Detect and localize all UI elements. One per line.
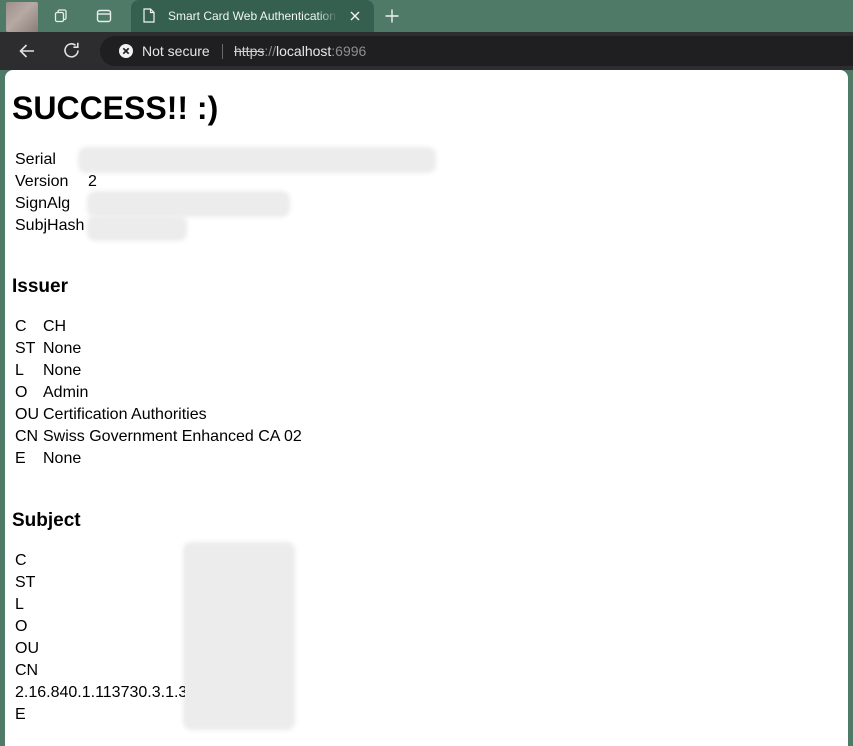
back-arrow-icon[interactable] [18,42,36,60]
tab-strip: Smart Card Web Authentication Te [0,0,853,32]
issuer-key: L [15,362,24,379]
issuer-key: C [15,318,27,335]
page-content: SUCCESS!! :) Serial Version 2 SignAlg Su… [5,70,848,746]
workspaces-icon[interactable] [53,8,69,24]
issuer-value: CH [43,318,67,335]
subject-key: C [15,552,27,569]
issuer-key: O [15,384,28,401]
profile-avatar[interactable] [6,2,38,32]
subject-key: OU [15,640,39,657]
new-tab-icon[interactable] [384,8,400,24]
cert-key: SubjHash [15,217,85,234]
issuer-key: ST [15,340,36,357]
url-separator: :// [264,43,277,59]
issuer-value: Swiss Government Enhanced CA 02 [43,428,302,445]
redacted-subjhash [87,215,187,241]
vertical-tabs-icon[interactable] [96,8,112,24]
issuer-value: None [43,362,82,379]
subject-heading: Subject [12,510,81,531]
browser-toolbar: Not secure https://localhost:6996 [0,32,853,70]
subject-key: ST [15,574,36,591]
security-label[interactable]: Not secure [142,43,210,59]
url-text[interactable]: https://localhost:6996 [234,43,366,59]
active-tab[interactable]: Smart Card Web Authentication Te [131,0,374,32]
cert-value: 2 [88,173,97,190]
reload-icon[interactable] [62,41,81,60]
cert-key: Serial [15,151,56,168]
cert-key: Version [15,173,69,190]
url-host: localhost [276,43,332,59]
issuer-value: None [43,340,82,357]
subject-key: E [15,706,26,723]
redacted-signalg [87,191,290,217]
url-scheme: https [234,43,265,59]
redacted-serial [78,147,436,173]
not-secure-icon[interactable] [119,44,133,58]
subject-row: 2.16.840.1.113730.3.1.3 [15,684,185,706]
page-title: SUCCESS!! :) [12,90,219,126]
issuer-heading: Issuer [12,276,68,297]
issuer-key: E [15,450,26,467]
issuer-value: Certification Authorities [43,406,207,423]
page-icon [143,8,155,23]
close-tab-icon[interactable] [348,9,362,23]
subject-key: CN [15,662,39,679]
address-divider [222,44,223,59]
issuer-value: Admin [43,384,89,401]
subject-key: O [15,618,28,635]
redacted-subject-values [183,542,295,730]
subject-key: L [15,596,24,613]
tab-title: Smart Card Web Authentication Te [168,9,338,23]
cert-key: SignAlg [15,195,71,212]
issuer-key: OU [15,406,39,423]
issuer-value: None [43,450,82,467]
subject-key: 2.16.840.1.113730.3.1.3 [15,684,185,701]
issuer-key: CN [15,428,39,445]
address-bar[interactable]: Not secure https://localhost:6996 [100,36,853,66]
url-port: :6996 [331,43,367,59]
